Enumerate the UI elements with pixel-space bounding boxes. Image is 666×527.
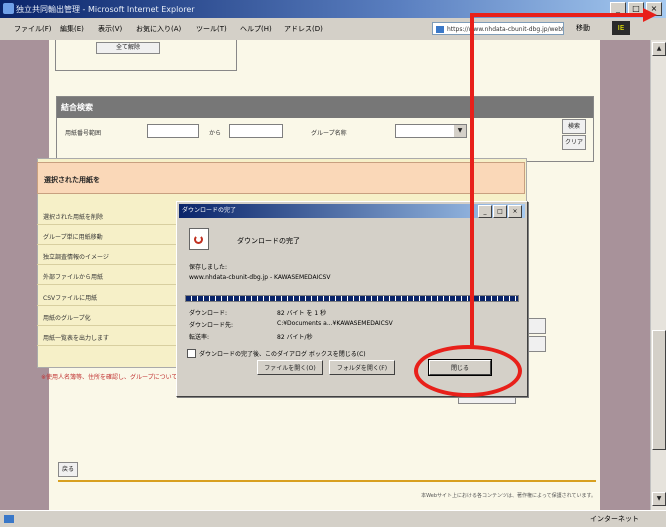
right-frame [600,40,650,510]
annotation-line-horizontal [470,13,644,17]
menu-edit[interactable]: 編集(E) [60,24,84,34]
list-item-label: 選択された用紙を削除 [43,214,104,221]
download-progress-bar [185,295,519,302]
chevron-down-icon: ▼ [454,125,466,137]
menubar: ファイル(F) 編集(E) 表示(V) お気に入り(A) ツール(T) ヘルプ(… [0,18,666,41]
ie-tool-icon[interactable]: IE [612,21,630,35]
list-item-label: 用紙一覧表を出力します [43,335,110,342]
go-button[interactable]: 移動 [576,23,590,33]
annotation-highlight-ellipse [414,345,522,397]
list-item-label: 独立調査情報のイメージ [43,254,109,261]
scroll-down-icon[interactable]: ▼ [652,492,666,506]
range-sep-label: から [209,130,222,137]
menu-help[interactable]: ヘルプ(H) [240,24,272,34]
menu-file[interactable]: ファイル(F) [14,24,52,34]
list-item-label: CSVファイルに用紙 [43,295,98,302]
search-panel-header: 結合検索 [57,97,593,118]
dialog-title: ダウンロードの完了 [182,207,237,214]
annotation-line-vertical [470,15,474,348]
back-button[interactable]: 戻る [58,462,78,477]
address-bar[interactable]: https://www.nhdata-cbunit-dbg.jp/webfit/… [432,22,564,35]
search-panel: 結合検索 用紙番号範囲 から グループ名称 ▼ 検索 クリア [56,96,594,162]
row-action-button[interactable] [528,318,546,334]
scroll-thumb[interactable] [652,330,666,450]
dialog-close-icon[interactable]: × [508,205,522,218]
search-button[interactable]: 検索 [562,119,586,134]
list-item-label: 外部ファイルから用紙 [43,274,104,281]
list-item-label: 用紙のグループ化 [43,315,91,322]
range-label: 用紙番号範囲 [65,130,102,137]
statusbar: インターネット [0,510,666,527]
annotation-arrow-icon [643,8,657,22]
zone-label: インターネット [590,515,639,523]
saved-label: 保存しました: [189,264,228,271]
download-label: ダウンロード: [189,310,228,317]
dialog-minimize-button[interactable]: _ [478,205,492,218]
group-select[interactable]: ▼ [395,124,467,138]
footer-text: 本Webサイト上における各コンテンツは、著作権によって保護されています。 [421,493,596,499]
download-value: 82 バイト を 1 秒 [277,310,327,317]
deselect-all-button[interactable]: 全て解除 [96,42,160,54]
dest-value: C:¥Documents a...¥KAWASEMEDAICSV [277,320,393,327]
rate-label: 転送率: [189,334,210,341]
scroll-up-icon[interactable]: ▲ [652,42,666,56]
dialog-maximize-button[interactable]: □ [493,205,507,218]
dialog-heading: ダウンロードの完了 [237,237,300,245]
window-title: 独立共同輸出管理 - Microsoft Internet Explorer [16,5,195,14]
vertical-scrollbar[interactable]: ▲ ▼ [650,40,666,510]
close-on-complete-label: ダウンロードの完了後、このダイアログ ボックスを閉じる(C) [199,351,366,358]
progress-fill [186,296,518,301]
rate-value: 82 バイト/秒 [277,334,313,341]
saved-path: www.nhdata-cbunit-dbg.jp - KAWASEMEDAICS… [189,274,331,281]
open-file-button[interactable]: ファイルを開く(O) [257,360,323,375]
range-to-input[interactable] [229,124,283,138]
footer-divider [58,480,596,482]
group-label: グループ名称 [311,130,347,137]
ie-icon [3,3,14,14]
page-status-icon [4,515,14,523]
dest-label: ダウンロード先: [189,322,234,329]
top-box: 全て解除 [55,40,237,71]
download-complete-icon [189,228,209,250]
selection-header: 選択された用紙を [37,162,525,194]
close-on-complete-checkbox[interactable] [187,349,196,358]
open-folder-button[interactable]: フォルダを開く(F) [329,360,395,375]
selection-header-text: 選択された用紙を [44,176,100,184]
list-item-label: グループ単に用紙移動 [43,234,103,241]
clear-button[interactable]: クリア [562,135,586,150]
menu-favorites[interactable]: お気に入り(A) [136,24,181,34]
menu-view[interactable]: 表示(V) [98,24,122,34]
row-action-button[interactable] [528,336,546,352]
menu-tools[interactable]: ツール(T) [196,24,227,34]
range-from-input[interactable] [147,124,199,138]
menu-address-label: アドレス(D) [284,25,323,33]
